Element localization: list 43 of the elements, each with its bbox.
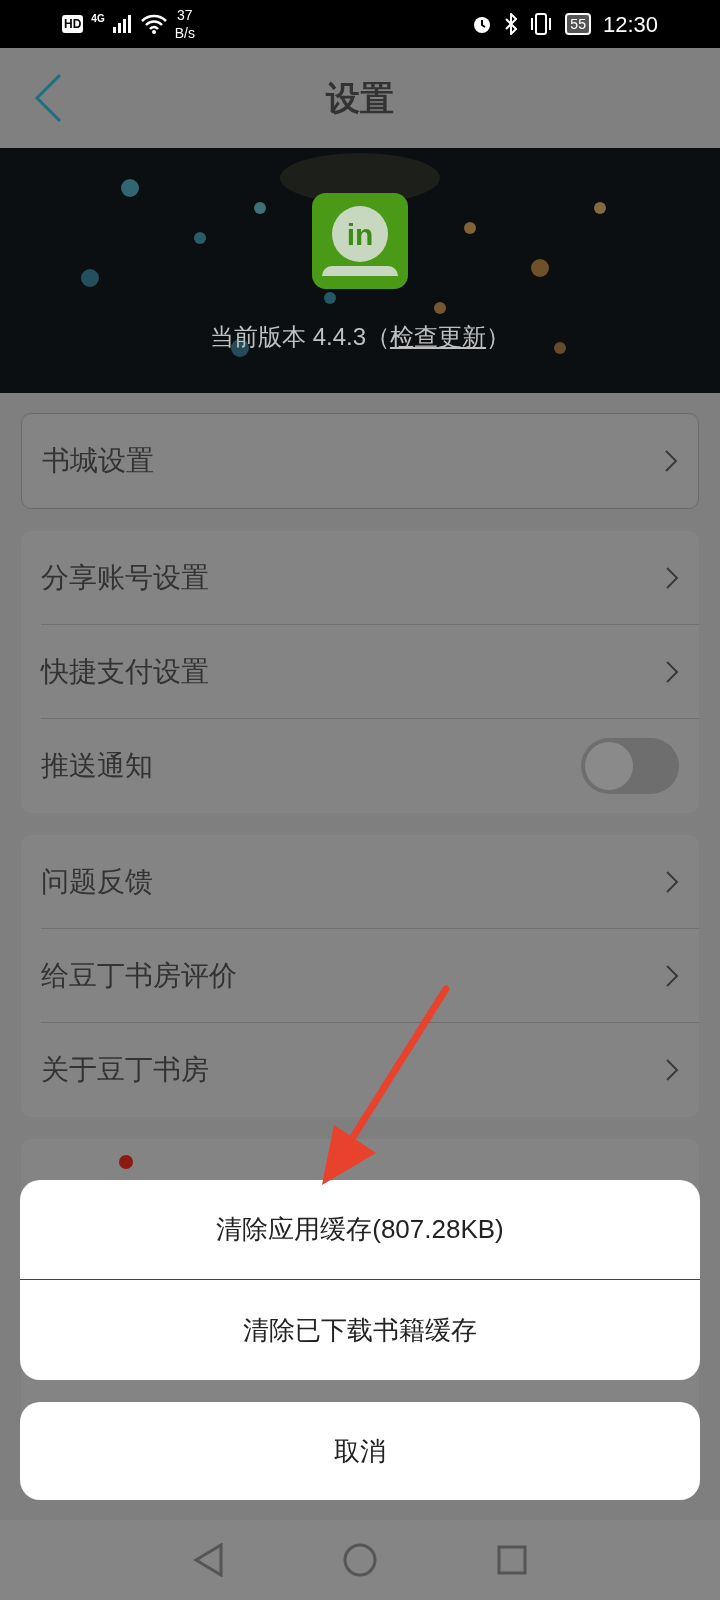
close-paren: ） xyxy=(486,322,510,352)
clock-time: 12:30 xyxy=(602,10,658,39)
settings-row[interactable]: 分享账号设置 xyxy=(41,531,699,625)
chevron-right-icon xyxy=(665,869,679,894)
settings-row[interactable]: 快捷支付设置 xyxy=(41,625,699,719)
check-update-link[interactable]: 检查更新 xyxy=(390,319,486,355)
network-type: 4G xyxy=(91,11,105,26)
version-text: 当前版本 4.4.3（ xyxy=(209,322,390,352)
signal-icon xyxy=(112,15,133,33)
vibrate-icon xyxy=(529,13,554,35)
action-button[interactable]: 清除应用缓存(807.28KB) xyxy=(20,1180,700,1280)
chevron-right-icon xyxy=(665,659,679,684)
hd-badge: HD xyxy=(62,15,84,33)
back-nav-icon[interactable] xyxy=(193,1543,223,1577)
toggle-switch[interactable] xyxy=(581,738,679,794)
cancel-button[interactable]: 取消 xyxy=(20,1402,700,1500)
settings-row[interactable]: 给豆丁书房评价 xyxy=(41,929,699,1023)
recents-nav-icon[interactable] xyxy=(497,1545,527,1575)
row-label: 推送通知 xyxy=(41,749,153,783)
back-icon xyxy=(34,73,62,123)
settings-row[interactable]: 关于豆丁书房 xyxy=(41,1023,699,1117)
row-label: 快捷支付设置 xyxy=(41,654,209,689)
row-label: 给豆丁书房评价 xyxy=(41,958,237,993)
battery-icon: 55 xyxy=(565,13,591,35)
home-nav-icon[interactable] xyxy=(343,1543,377,1577)
chevron-right-icon xyxy=(665,1058,679,1082)
settings-row[interactable]: 问题反馈 xyxy=(41,835,699,929)
chevron-right-icon xyxy=(664,449,678,473)
row-label: 关于豆丁书房 xyxy=(41,1053,209,1087)
speed-value: 37 xyxy=(177,6,193,24)
row-label: 分享账号设置 xyxy=(41,560,209,595)
row-label: 书城设置 xyxy=(42,444,154,478)
bluetooth-icon xyxy=(505,13,518,35)
logo-text: in xyxy=(346,216,374,253)
settings-row[interactable]: 书城设置 xyxy=(42,414,698,508)
chevron-right-icon xyxy=(665,963,679,988)
speed-unit: B/s xyxy=(174,24,195,42)
page-title: 设置 xyxy=(326,77,394,119)
wifi-icon xyxy=(140,14,167,34)
row-label: 问题反馈 xyxy=(41,864,153,899)
action-button[interactable]: 清除已下载书籍缓存 xyxy=(20,1280,700,1380)
chevron-right-icon xyxy=(665,565,679,590)
book-icon xyxy=(322,266,398,276)
